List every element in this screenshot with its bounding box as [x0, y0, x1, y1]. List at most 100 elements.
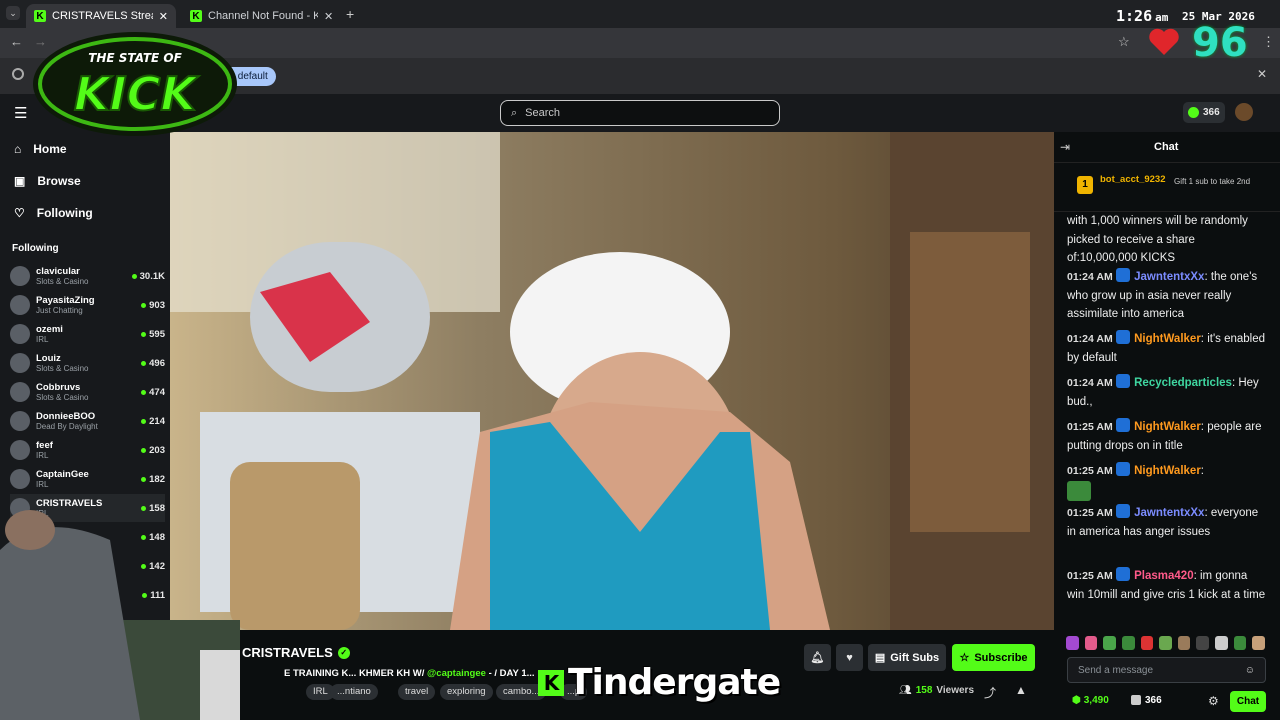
avatar[interactable] — [1235, 103, 1253, 121]
menu-icon[interactable]: ⋮ — [1262, 34, 1275, 50]
viewer-count: 203 — [141, 445, 165, 456]
sidebar-item-browse[interactable]: ▣ Browse — [14, 174, 81, 188]
avatar — [10, 382, 30, 402]
heart-icon: ♡ — [14, 206, 25, 220]
chat-username[interactable]: NightWalker — [1134, 465, 1201, 477]
kicks-balance[interactable]: 366 — [1183, 102, 1225, 123]
sidebar-item-label: Following — [36, 206, 93, 220]
chat-timestamp: 01:25 AM — [1067, 465, 1113, 477]
emote-icon[interactable] — [1159, 636, 1172, 650]
sidebar-channel[interactable]: feef IRL 203 — [10, 436, 165, 464]
emote-icon[interactable] — [1121, 636, 1135, 650]
stream-tag[interactable]: ...ntiano — [330, 684, 378, 700]
chat-username[interactable]: Plasma420 — [1134, 570, 1193, 582]
emote-icon — [1067, 480, 1091, 501]
share-icon[interactable]: ⤴ — [984, 684, 996, 701]
subscribe-button[interactable]: ☆ Subscribe — [952, 644, 1035, 671]
settings-icon[interactable]: ⚙ — [1208, 694, 1219, 708]
star-icon[interactable]: ☆ — [1118, 34, 1130, 50]
new-tab-button[interactable]: + — [346, 6, 354, 22]
channel-name: CRISTRAVELS — [36, 497, 103, 509]
browse-icon: ▣ — [14, 174, 26, 188]
hamburger-icon[interactable]: ☰ — [14, 104, 27, 122]
live-dot-icon — [141, 360, 147, 366]
emote-icon[interactable] — [1196, 636, 1210, 650]
heart-icon — [1149, 28, 1179, 55]
gift-prompt[interactable]: Gift 1 sub to take 2nd — [1174, 177, 1272, 186]
tab-title: Channel Not Found - Kick Stream — [208, 10, 318, 22]
chat-username[interactable]: JawntentxXx — [1134, 507, 1204, 519]
sidebar-channel[interactable]: clavicular Slots & Casino 30.1K — [10, 262, 165, 290]
collapse-chat-icon[interactable]: ⇥ — [1060, 140, 1070, 154]
stream-tag[interactable]: travel — [398, 684, 436, 700]
avatar — [10, 324, 30, 344]
search-placeholder: Search — [525, 107, 561, 119]
search-icon: ⌕ — [511, 106, 518, 119]
sidebar-channel[interactable]: Louiz Slots & Casino 496 — [10, 349, 165, 377]
chat-timestamp: 01:24 AM — [1067, 333, 1113, 345]
chrome-icon — [12, 68, 24, 80]
viewer-count-value: 182 — [149, 473, 165, 485]
sidebar-channel[interactable]: DonnieeBOO Dead By Daylight 214 — [10, 407, 165, 435]
search-input[interactable]: ⌕ Search — [500, 100, 780, 126]
sidebar-channel[interactable]: CaptainGee IRL 182 — [10, 465, 165, 493]
subscribe-label: Subscribe — [974, 651, 1028, 664]
report-icon[interactable]: ▲ — [1015, 683, 1027, 697]
chat-timestamp: 01:25 AM — [1067, 507, 1113, 519]
chat-username[interactable]: Recycledparticles — [1134, 377, 1232, 389]
channel-name[interactable]: CRISTRAVELS ✓ — [242, 645, 350, 660]
sidebar-item-home[interactable]: ⌂ Home — [14, 142, 67, 156]
emote-icon[interactable] — [1084, 636, 1098, 650]
back-icon[interactable]: ← — [10, 34, 23, 49]
live-dot-icon — [141, 302, 147, 308]
close-icon[interactable]: ✕ — [1257, 67, 1267, 81]
live-dot-icon — [141, 418, 147, 424]
emote-icon[interactable] — [1066, 636, 1079, 650]
channel-name: PayasitaZing — [36, 294, 95, 306]
viewer-count-value: 214 — [149, 415, 165, 427]
sidebar-channel[interactable]: ozemi IRL 595 — [10, 320, 165, 348]
chat-input[interactable]: Send a message ☺ — [1067, 657, 1266, 683]
bell-button[interactable]: 🔔︎ — [804, 644, 831, 671]
chat-username[interactable]: JawntentxXx — [1134, 271, 1204, 283]
chat-username[interactable]: NightWalker — [1134, 333, 1201, 345]
chat-timestamp: 01:25 AM — [1067, 421, 1113, 433]
stream-tag[interactable]: exploring — [440, 684, 493, 700]
top-gifter-name[interactable]: bot_acct_9232 — [1100, 174, 1165, 185]
avatar — [10, 411, 30, 431]
logo-subtitle: THE STATE OF — [88, 51, 182, 65]
viewer-count-label: Viewers — [936, 685, 975, 696]
close-icon[interactable]: ✕ — [159, 10, 168, 23]
emoji-icon[interactable]: ☺ — [1245, 665, 1255, 676]
kick-logo-icon: K — [538, 669, 564, 696]
chat-message: 01:25 AM NightWalker: — [1067, 462, 1267, 505]
kick-coin-icon: ⬢ — [1072, 695, 1081, 706]
chat-leaderboard: 1 bot_acct_9232 Gift 1 sub to take 2nd — [1054, 162, 1280, 212]
emote-icon[interactable] — [1233, 636, 1247, 650]
gift-subs-button[interactable]: ▤ Gift Subs — [868, 644, 946, 671]
sidebar-channel[interactable]: PayasitaZing Just Chatting 903 — [10, 291, 165, 319]
chat-send-button[interactable]: Chat — [1230, 691, 1266, 712]
follow-button[interactable]: ♥ — [836, 644, 863, 671]
chat-username[interactable]: NightWalker — [1134, 421, 1201, 433]
badge-icon — [1115, 567, 1130, 581]
badge-icon — [1115, 374, 1130, 388]
emote-icon[interactable] — [1177, 636, 1191, 650]
emote-icon[interactable] — [1103, 636, 1116, 650]
video-player[interactable] — [170, 132, 1054, 630]
kicks-count[interactable]: ⬢ 3,490 — [1072, 695, 1109, 706]
chat-message: with 1,000 winners will be randomly pick… — [1067, 212, 1267, 268]
live-dot-icon — [141, 447, 147, 453]
sidebar-channel[interactable]: Cobbruvs Slots & Casino 474 — [10, 378, 165, 406]
tab-search-button[interactable]: ⌄ — [6, 6, 20, 20]
stream-title-mention[interactable]: @captaingee — [427, 668, 486, 679]
viewer-count: 595 — [141, 329, 165, 340]
chat-input-placeholder: Send a message — [1078, 664, 1154, 676]
emote-icon[interactable] — [1252, 636, 1266, 650]
gift-subs-label: Gift Subs — [890, 651, 940, 664]
close-icon[interactable]: ✕ — [324, 10, 333, 23]
points-count[interactable]: 366 — [1131, 695, 1162, 706]
emote-icon[interactable] — [1140, 636, 1154, 650]
sidebar-item-following[interactable]: ♡ Following — [14, 206, 93, 220]
emote-icon[interactable] — [1215, 636, 1228, 650]
